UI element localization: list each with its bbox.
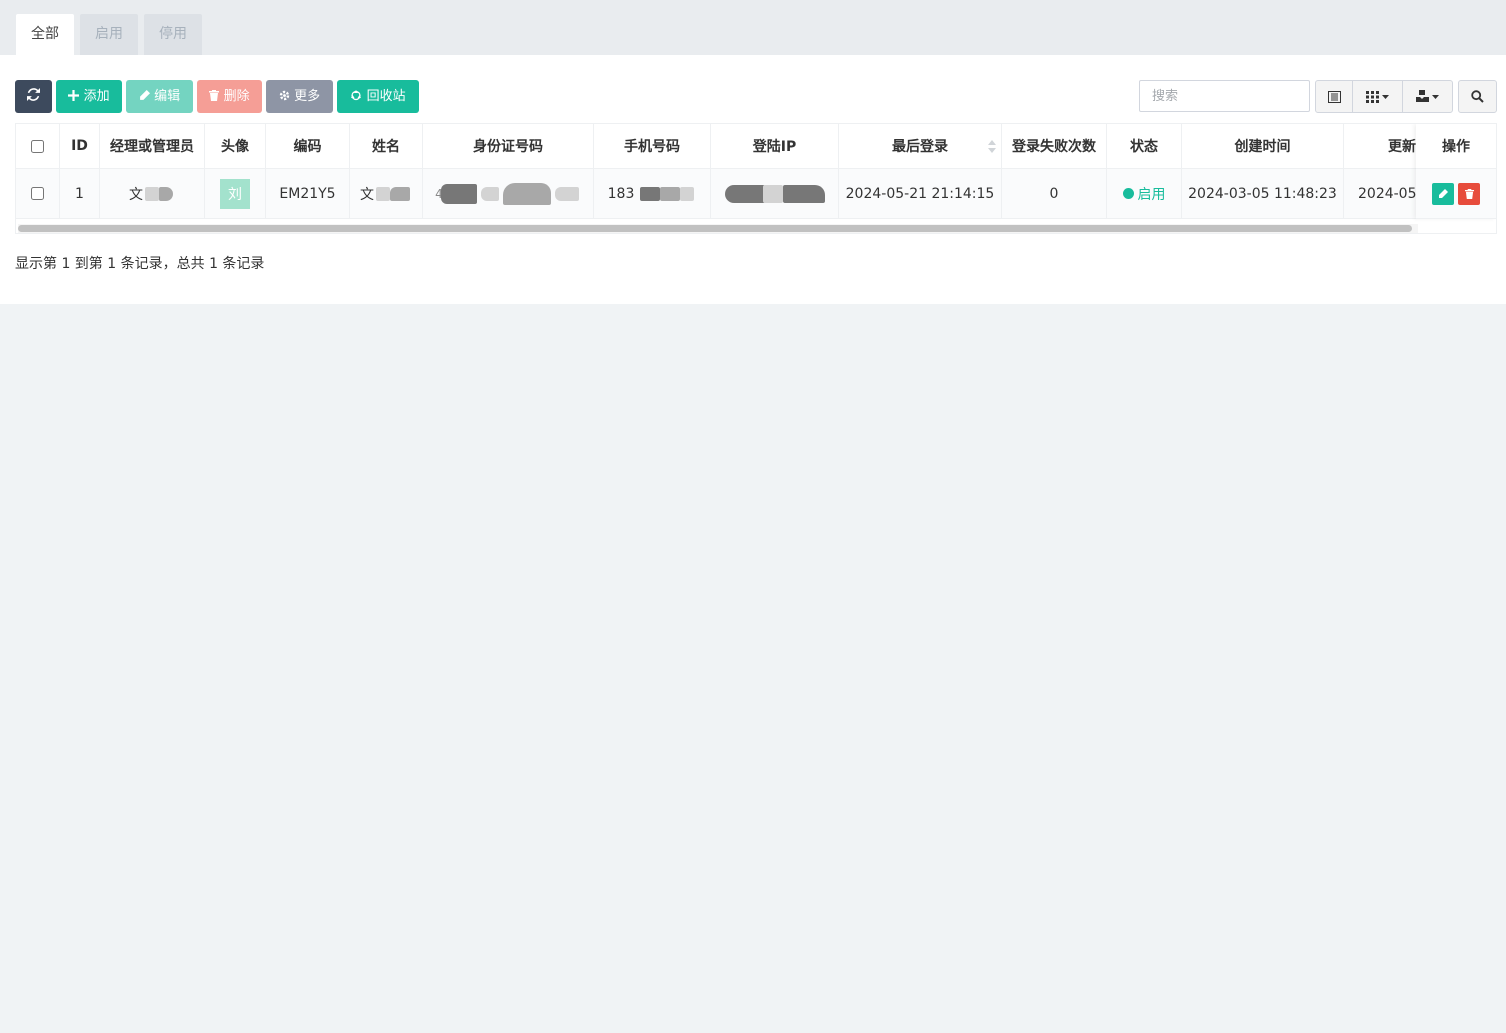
- more-button-label: 更多: [294, 89, 321, 104]
- status-tabs: 全部 启用 停用: [0, 0, 1506, 55]
- caret-down-icon: [1382, 94, 1389, 99]
- status-badge: 启用: [1137, 186, 1166, 203]
- main-panel: 添加 编辑 删除 更多 回收站 ID 经理或管理员 头像 编码: [0, 55, 1506, 304]
- columns-button[interactable]: [1352, 80, 1403, 113]
- tab-enabled[interactable]: 启用: [80, 14, 138, 55]
- header-fail-count[interactable]: 登录失败次数: [1002, 124, 1107, 169]
- header-actions: 操作: [1416, 124, 1496, 169]
- refresh-icon: [27, 88, 40, 101]
- status-dot-icon: [1122, 188, 1134, 199]
- export-icon: [1416, 90, 1429, 102]
- avatar: 刘: [220, 178, 250, 209]
- cell-id: 1: [60, 169, 100, 219]
- add-button[interactable]: 添加: [56, 80, 122, 113]
- cell-fail-count: 0: [1002, 169, 1107, 219]
- cell-name-text: 文: [360, 186, 374, 203]
- cell-phone-text: 183: [607, 185, 635, 202]
- cell-actions: [1416, 169, 1496, 219]
- plus-icon: [68, 90, 80, 101]
- redaction-mask: [145, 186, 159, 201]
- header-id[interactable]: ID: [60, 124, 100, 169]
- tab-all[interactable]: 全部: [16, 14, 74, 55]
- recycle-bin-button[interactable]: 回收站: [337, 80, 419, 113]
- delete-button-label: 删除: [223, 89, 250, 104]
- add-button-label: 添加: [83, 89, 110, 104]
- recycle-icon: [351, 90, 362, 101]
- refresh-button[interactable]: [15, 80, 52, 113]
- cell-idcard: 4: [423, 169, 594, 219]
- fixed-actions-column: 操作: [1416, 124, 1496, 219]
- header-idcard[interactable]: 身份证号码: [423, 124, 594, 169]
- header-last-login[interactable]: 最后登录: [839, 124, 1002, 169]
- cell-status[interactable]: 启用: [1107, 169, 1182, 219]
- pagination-summary: 显示第 1 到第 1 条记录，总共 1 条记录: [15, 256, 265, 272]
- pencil-icon: [1439, 188, 1448, 198]
- select-all-checkbox[interactable]: [31, 139, 44, 153]
- more-button[interactable]: 更多: [266, 80, 333, 113]
- row-checkbox[interactable]: [31, 187, 44, 200]
- row-edit-button[interactable]: [1432, 182, 1454, 205]
- cell-code: EM21Y5: [266, 169, 350, 219]
- cell-last-login: 2024-05-21 21:14:15: [839, 169, 1002, 219]
- header-code[interactable]: 编码: [266, 124, 350, 169]
- redaction-mask: [680, 186, 695, 201]
- redaction-mask: [724, 184, 765, 203]
- redaction-mask: [782, 184, 825, 203]
- scrollbar-thumb[interactable]: [18, 225, 1412, 232]
- tab-disabled[interactable]: 停用: [144, 14, 202, 55]
- edit-button[interactable]: 编辑: [126, 80, 193, 113]
- redaction-mask: [480, 186, 499, 201]
- cell-manager-text: 文: [129, 186, 143, 203]
- redaction-mask: [640, 186, 661, 201]
- header-updated[interactable]: 更新: [1344, 124, 1424, 169]
- gear-icon: [279, 90, 290, 101]
- header-avatar[interactable]: 头像: [205, 124, 266, 169]
- horizontal-scrollbar[interactable]: [18, 224, 1418, 233]
- select-all-cell: [16, 124, 60, 169]
- cell-name: 文: [350, 169, 423, 219]
- redaction-mask: [440, 183, 477, 204]
- redaction-mask: [390, 186, 410, 201]
- redaction-mask: [554, 186, 579, 201]
- search-input[interactable]: [1139, 80, 1310, 112]
- header-status[interactable]: 状态: [1107, 124, 1182, 169]
- trash-icon: [1464, 188, 1474, 199]
- redaction-mask: [762, 184, 783, 203]
- export-button[interactable]: [1402, 80, 1453, 113]
- list-view-icon: [1327, 90, 1341, 103]
- header-created[interactable]: 创建时间: [1182, 124, 1344, 169]
- pencil-icon: [140, 90, 150, 100]
- cell-phone: 183: [594, 169, 711, 219]
- header-phone[interactable]: 手机号码: [594, 124, 711, 169]
- search-icon: [1471, 90, 1484, 103]
- cell-updated: 2024-05-: [1344, 169, 1424, 219]
- trash-icon: [209, 90, 220, 101]
- header-last-login-label: 最后登录: [892, 139, 948, 155]
- header-login-ip[interactable]: 登陆IP: [711, 124, 839, 169]
- cell-manager: 文: [100, 169, 205, 219]
- cell-created: 2024-03-05 11:48:23: [1182, 169, 1344, 219]
- redaction-mask: [159, 186, 173, 201]
- redaction-mask: [502, 182, 551, 205]
- delete-button[interactable]: 删除: [197, 80, 262, 113]
- search-toggle-button[interactable]: [1458, 80, 1497, 113]
- toggle-view-button[interactable]: [1315, 80, 1353, 113]
- recycle-bin-button-label: 回收站: [366, 89, 406, 104]
- header-name[interactable]: 姓名: [350, 124, 423, 169]
- edit-button-label: 编辑: [154, 89, 181, 104]
- redaction-mask: [376, 186, 390, 201]
- row-select-cell: [16, 169, 60, 219]
- sort-icon: [988, 140, 996, 153]
- row-delete-button[interactable]: [1458, 182, 1480, 205]
- cell-avatar: 刘: [205, 169, 266, 219]
- redaction-mask: [660, 186, 681, 201]
- grid-icon: [1366, 90, 1379, 103]
- header-manager[interactable]: 经理或管理员: [100, 124, 205, 169]
- data-table: ID 经理或管理员 头像 编码 姓名 身份证号码 手机号码 登陆IP 最后登录 …: [15, 123, 1497, 234]
- caret-down-icon: [1432, 94, 1439, 99]
- cell-login-ip: [711, 169, 839, 219]
